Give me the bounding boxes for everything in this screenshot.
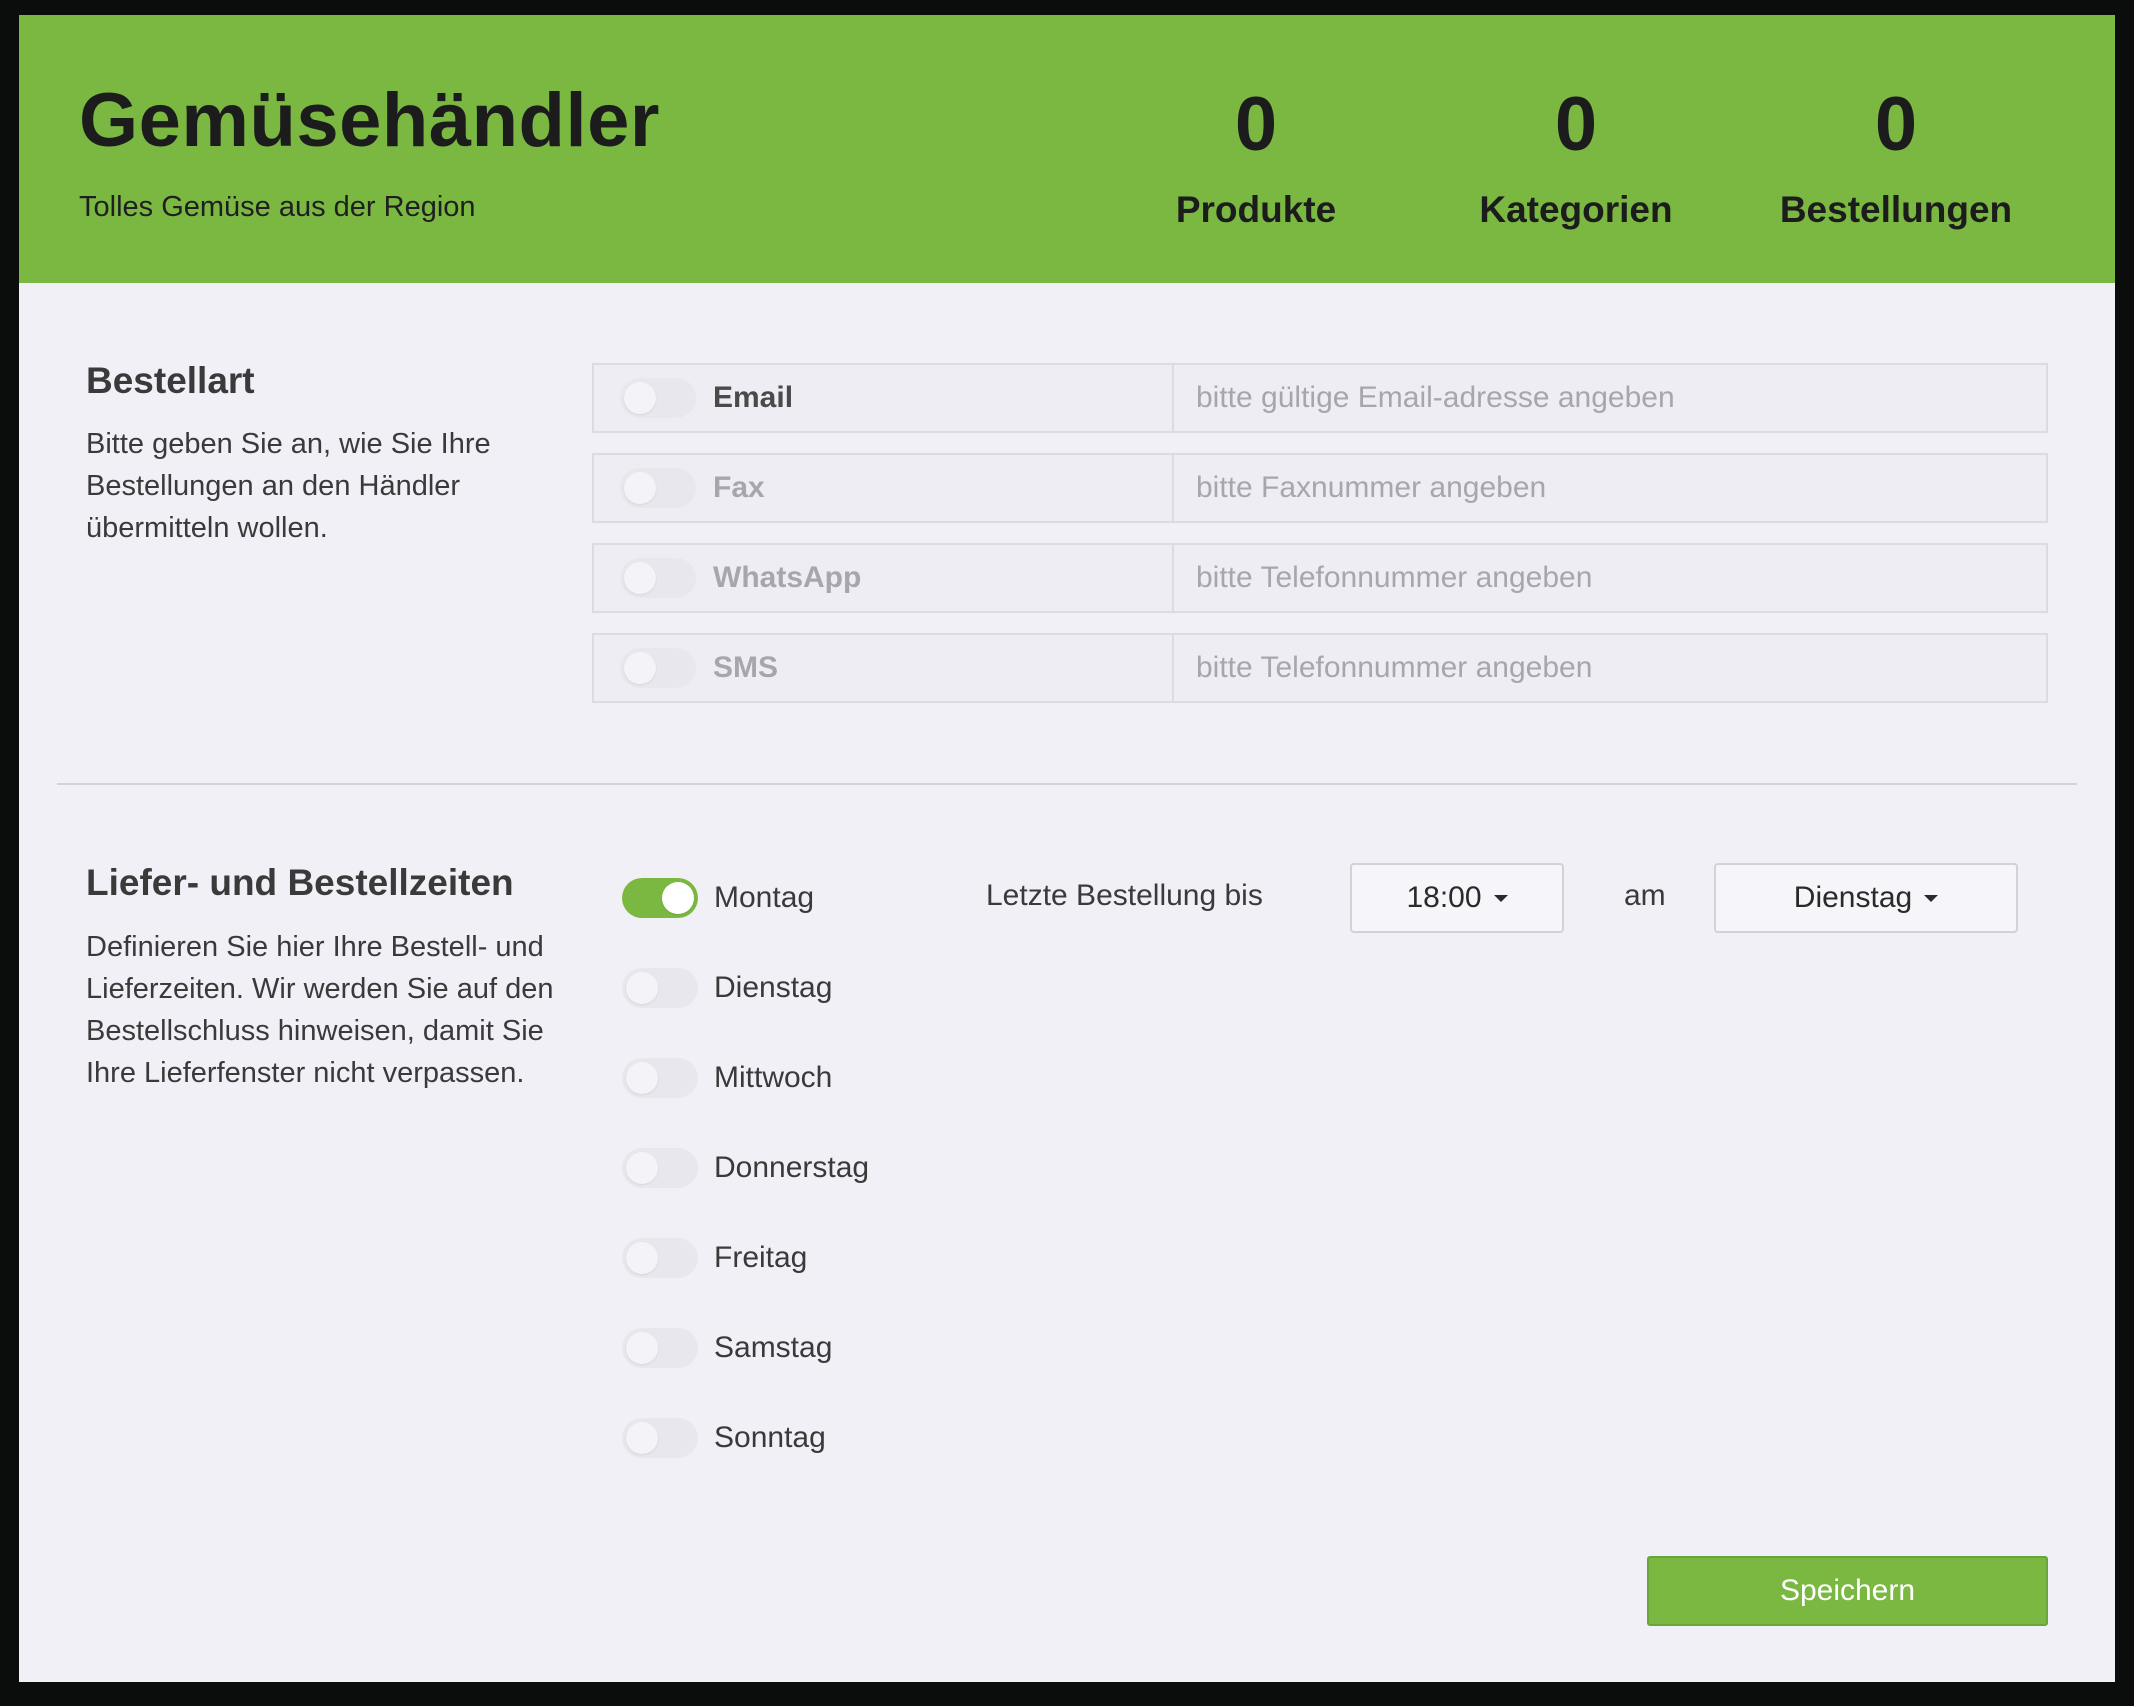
fax-input[interactable] <box>1174 455 2046 521</box>
caret-down-icon <box>1493 894 1508 902</box>
sms-input[interactable] <box>1174 635 2046 701</box>
day-label-sonntag: Sonntag <box>714 1421 826 1454</box>
order-type-description: Bitte geben Sie an, wie Sie Ihre Bestell… <box>86 428 491 544</box>
time-select-value: 18:00 <box>1406 881 1482 914</box>
donnerstag-toggle[interactable] <box>622 1148 698 1188</box>
day-label-mittwoch: Mittwoch <box>714 1061 833 1094</box>
sonntag-toggle[interactable] <box>622 1418 698 1458</box>
stat-products-count: 0 <box>1234 82 1278 167</box>
sms-toggle[interactable] <box>620 648 696 688</box>
order-row-whatsapp: WhatsApp <box>592 543 2048 613</box>
day-row-sonntag: Sonntag <box>622 1418 826 1458</box>
stat-categories: 0 Kategorien <box>1416 83 1736 231</box>
day-row-samstag: Samstag <box>622 1328 832 1368</box>
order-label-fax: Fax <box>713 471 765 504</box>
montag-toggle[interactable] <box>622 878 698 918</box>
day-row-montag: Montag <box>622 878 814 918</box>
samstag-toggle[interactable] <box>622 1328 698 1368</box>
order-row-fax: Fax <box>592 453 2048 523</box>
dienstag-toggle[interactable] <box>622 968 698 1008</box>
order-label-whatsapp: WhatsApp <box>713 561 862 594</box>
times-description: Definieren Sie hier Ihre Bestell- und Li… <box>86 931 554 1089</box>
email-input[interactable] <box>1174 365 2046 431</box>
day-select-value: Dienstag <box>1793 881 1913 914</box>
settings-window: Gemüsehändler Tolles Gemüse aus der Regi… <box>19 15 2115 1682</box>
stat-orders-count: 0 <box>1874 82 1918 167</box>
whatsapp-input[interactable] <box>1174 545 2046 611</box>
order-row-sms: SMS <box>592 633 2048 703</box>
day-select[interactable]: Dienstag <box>1714 863 2018 933</box>
times-title: Liefer- und Bestellzeiten <box>86 862 514 903</box>
day-label-samstag: Samstag <box>714 1331 833 1364</box>
page-title: Gemüsehändler <box>79 78 660 163</box>
day-label-freitag: Freitag <box>714 1241 808 1274</box>
time-select[interactable]: 18:00 <box>1350 863 1564 933</box>
order-row-email: Email <box>592 363 2048 433</box>
am-label: am <box>1624 879 1666 912</box>
order-type-title: Bestellart <box>86 360 255 401</box>
day-row-dienstag: Dienstag <box>622 968 832 1008</box>
header-bar: Gemüsehändler Tolles Gemüse aus der Regi… <box>19 15 2115 283</box>
email-toggle[interactable] <box>620 378 696 418</box>
day-label-dienstag: Dienstag <box>714 971 833 1004</box>
day-row-donnerstag: Donnerstag <box>622 1148 869 1188</box>
caret-down-icon <box>1924 894 1939 902</box>
freitag-toggle[interactable] <box>622 1238 698 1278</box>
stat-orders: 0 Bestellungen <box>1736 83 2056 231</box>
last-order-label: Letzte Bestellung bis <box>986 879 1263 912</box>
stat-products-label: Produkte <box>1175 188 1337 230</box>
day-label-donnerstag: Donnerstag <box>714 1151 870 1184</box>
mittwoch-toggle[interactable] <box>622 1058 698 1098</box>
fax-toggle[interactable] <box>620 468 696 508</box>
save-button[interactable]: Speichern <box>1647 1556 2048 1626</box>
section-divider <box>57 783 2077 785</box>
page-subtitle: Tolles Gemüse aus der Region <box>79 191 476 223</box>
stat-orders-label: Bestellungen <box>1779 188 2013 230</box>
stat-categories-count: 0 <box>1554 82 1598 167</box>
stat-products: 0 Produkte <box>1096 83 1416 231</box>
whatsapp-toggle[interactable] <box>620 558 696 598</box>
day-row-freitag: Freitag <box>622 1238 807 1278</box>
order-label-sms: SMS <box>713 651 779 684</box>
day-row-mittwoch: Mittwoch <box>622 1058 832 1098</box>
order-label-email: Email <box>713 381 794 414</box>
stat-categories-label: Kategorien <box>1479 188 1673 230</box>
day-label-montag: Montag <box>714 881 815 914</box>
